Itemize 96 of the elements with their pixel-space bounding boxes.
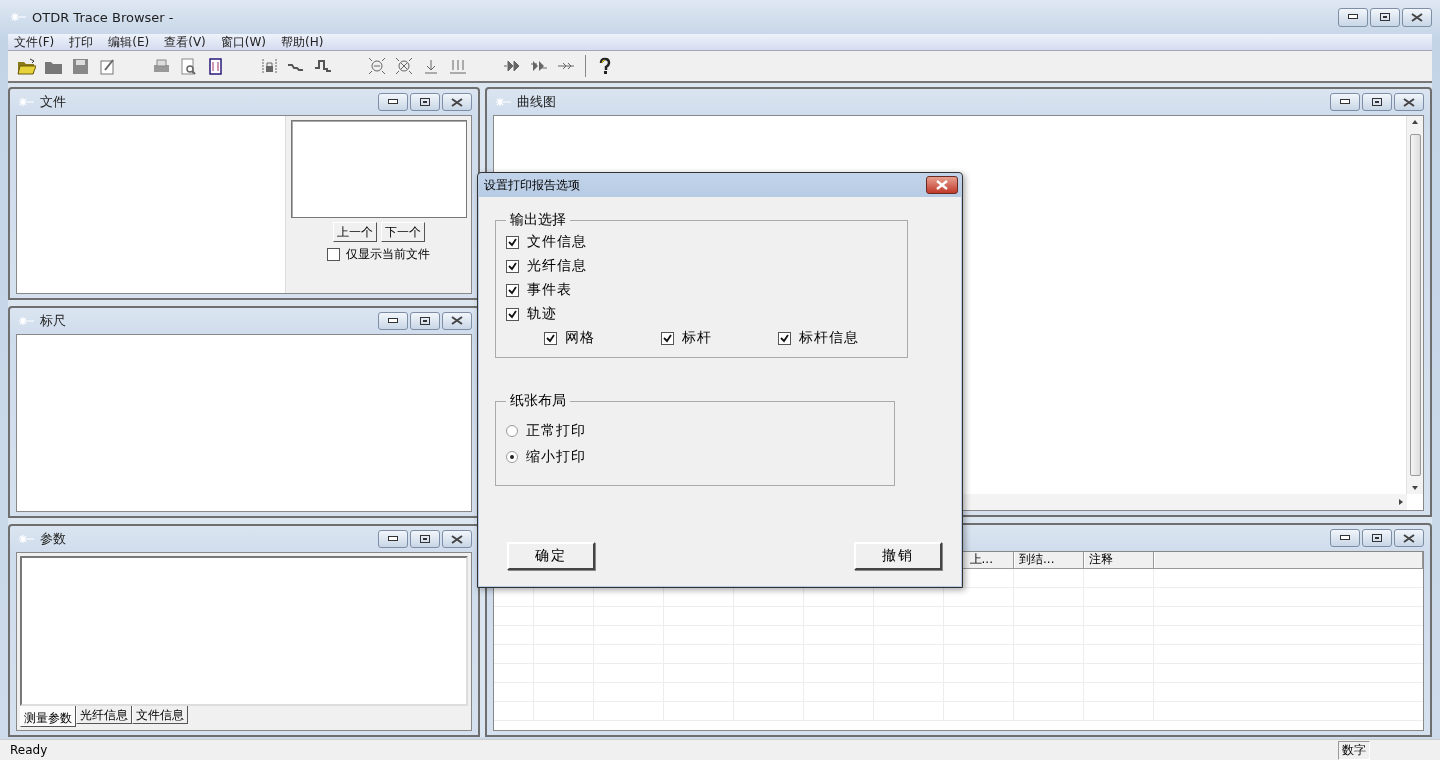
menu-item[interactable]: 查看(V) [158, 34, 215, 50]
column-header[interactable]: 到结... [1014, 552, 1084, 568]
menu-item[interactable]: 打印 [63, 34, 103, 50]
close-button[interactable] [926, 176, 958, 194]
checkbox-label: 轨迹 [527, 305, 557, 323]
tab[interactable]: 光纤信息 [76, 706, 132, 724]
maximize-button[interactable] [410, 311, 440, 330]
checkbox-label: 仅显示当前文件 [346, 246, 430, 263]
menu-item[interactable]: 窗口(W) [214, 34, 276, 50]
maximize-icon [420, 316, 430, 325]
star-icon [18, 534, 34, 545]
scroll-thumb[interactable] [1409, 134, 1421, 476]
checkbox-label: 事件表 [527, 281, 572, 299]
minimize-icon [1340, 99, 1350, 105]
zoom-reset-icon[interactable] [394, 56, 414, 76]
menu-item[interactable]: 帮助(H) [275, 34, 333, 50]
star-icon [495, 97, 511, 107]
dialog-button[interactable]: 确定 [507, 542, 595, 570]
close-icon [451, 316, 463, 326]
close-icon [936, 180, 948, 190]
minimize-button[interactable] [378, 530, 408, 549]
maximize-button[interactable] [410, 530, 440, 549]
maximize-icon [1380, 13, 1390, 21]
maximize-button[interactable] [1370, 7, 1400, 27]
checkbox-label: 标杆信息 [799, 329, 859, 347]
minimize-icon [388, 317, 398, 324]
status-text: Ready [10, 743, 48, 757]
folder-open-icon[interactable] [16, 56, 36, 76]
checkbox-label: 光纤信息 [527, 257, 587, 275]
radio-label: 缩小打印 [526, 448, 586, 466]
maximize-button[interactable] [1362, 93, 1392, 111]
panel-title: 参数 [40, 530, 66, 549]
minimize-icon [1348, 14, 1358, 20]
window-title: OTDR Trace Browser - [32, 9, 174, 25]
checkbox-label: 网格 [565, 329, 595, 347]
group-title: 输出选择 [509, 211, 567, 229]
panel-title: 文件 [40, 93, 66, 111]
checkbox[interactable] [778, 331, 791, 345]
close-button[interactable] [1394, 529, 1424, 547]
checkbox[interactable] [506, 307, 519, 321]
checkbox-label: 标杆 [682, 329, 712, 347]
nav-button[interactable]: 下一个 [380, 222, 425, 242]
close-icon [1403, 97, 1415, 107]
save-icon[interactable] [70, 56, 90, 76]
checkbox[interactable] [544, 331, 557, 345]
checkbox[interactable] [506, 283, 519, 297]
close-button[interactable] [1402, 7, 1432, 27]
maximize-icon [1372, 534, 1382, 542]
status-indicator: 数字 [1338, 740, 1370, 760]
menu-item[interactable]: 编辑(E) [102, 34, 159, 50]
star-icon [18, 97, 34, 107]
vertical-scrollbar[interactable] [1406, 116, 1423, 494]
minimize-button[interactable] [378, 93, 408, 111]
checkbox[interactable] [661, 331, 674, 345]
radio-button[interactable] [506, 451, 518, 463]
minimize-button[interactable] [1330, 529, 1360, 547]
maximize-icon [420, 98, 430, 106]
print-preview-icon[interactable] [178, 56, 198, 76]
close-icon [451, 97, 463, 107]
lock-icon[interactable] [259, 56, 279, 76]
minimize-button[interactable] [378, 311, 408, 330]
maximize-icon [420, 535, 430, 544]
radio-button[interactable] [506, 425, 518, 437]
checkbox[interactable] [506, 235, 519, 249]
radio-label: 正常打印 [526, 422, 586, 440]
star-icon [10, 12, 26, 22]
group-title: 纸张布局 [509, 392, 567, 410]
minimize-icon [388, 99, 398, 105]
minimize-button[interactable] [1338, 7, 1368, 27]
tab[interactable]: 测量参数 [20, 706, 76, 727]
minimize-icon [1340, 535, 1350, 541]
dialog-title: 设置打印报告选项 [484, 176, 580, 194]
close-button[interactable] [442, 93, 472, 111]
dialog-button[interactable]: 撤销 [854, 542, 942, 570]
minimize-button[interactable] [1330, 93, 1360, 111]
star-icon [18, 315, 34, 326]
checkbox[interactable] [506, 259, 519, 273]
close-icon [451, 534, 463, 544]
nav-button[interactable]: 上一个 [332, 222, 377, 242]
panel-title: 曲线图 [517, 93, 556, 111]
close-button[interactable] [442, 311, 472, 330]
close-button[interactable] [442, 530, 472, 549]
close-icon [1403, 533, 1415, 543]
zoom-out-icon[interactable] [367, 56, 387, 76]
checkbox-label: 文件信息 [527, 233, 587, 251]
close-button[interactable] [1394, 93, 1424, 111]
panel-title: 标尺 [40, 311, 66, 330]
minimize-icon [388, 536, 398, 543]
tab[interactable]: 文件信息 [132, 706, 188, 724]
menu-item[interactable]: 文件(F) [8, 34, 64, 50]
maximize-icon [1372, 98, 1382, 106]
maximize-button[interactable] [410, 93, 440, 111]
column-header[interactable]: 注释 [1084, 552, 1154, 568]
close-icon [1411, 12, 1423, 22]
checkbox[interactable] [327, 248, 340, 261]
maximize-button[interactable] [1362, 529, 1392, 547]
